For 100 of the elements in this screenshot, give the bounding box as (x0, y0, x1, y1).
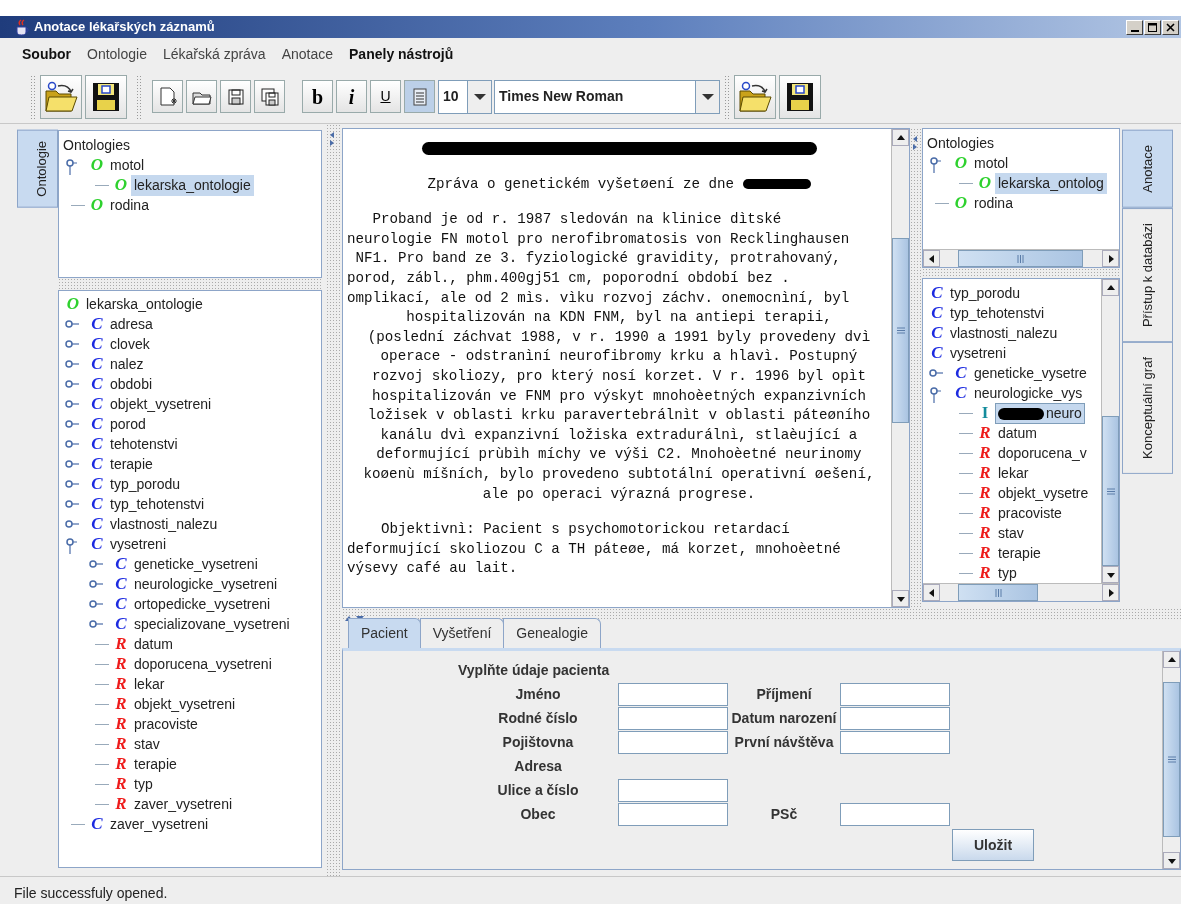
tree-item[interactable]: terapie (131, 753, 180, 775)
tree-item[interactable]: typ_tehotenstvi (947, 302, 1048, 324)
side-tab[interactable]: Konceptuální graf (1122, 341, 1173, 474)
menu-item[interactable]: Soubor (14, 43, 79, 65)
scroll-right-button[interactable] (1102, 584, 1119, 601)
tree-item[interactable]: doporucena_vysetreni (131, 653, 275, 675)
save-all-button[interactable] (254, 80, 285, 113)
close-button[interactable] (1162, 19, 1179, 35)
input-field[interactable] (840, 683, 950, 706)
input-field[interactable] (618, 731, 728, 754)
tree-item[interactable]: rodina (107, 194, 152, 216)
tree-item[interactable]: lekar (131, 673, 168, 695)
scroll-thumb[interactable] (1102, 416, 1119, 566)
tab[interactable]: Genealogie (503, 618, 601, 648)
tree-item[interactable]: lekarska_ontolog (995, 172, 1107, 194)
open-button[interactable] (40, 74, 82, 119)
tree-item[interactable]: stav (995, 522, 1027, 544)
tree-item[interactable]: lekarska_ontologie (83, 293, 206, 315)
ontology-icon: O (63, 294, 83, 314)
format-button[interactable]: U (370, 80, 401, 113)
side-tab[interactable]: Ontologie (17, 130, 58, 208)
minimize-button[interactable] (1126, 19, 1143, 35)
tree-item[interactable]: typ (995, 562, 1020, 583)
scroll-down-button[interactable] (1102, 566, 1119, 583)
tree-item[interactable]: specializovane_vysetreni (131, 613, 293, 635)
tree-item[interactable]: zaver_vysetreni (107, 813, 212, 835)
format-button[interactable]: i (336, 80, 367, 113)
scroll-right-button[interactable] (1102, 250, 1119, 267)
new-button[interactable] (152, 80, 183, 113)
tree-item[interactable]: porod (107, 413, 149, 435)
tree-item[interactable]: neurologicke_vys (971, 382, 1086, 404)
tree-item[interactable]: typ_porodu (947, 282, 1024, 304)
tree-item[interactable]: ortopedicke_vysetreni (131, 593, 274, 615)
tree-item[interactable]: tehotenstvi (107, 433, 181, 455)
scroll-thumb[interactable] (958, 250, 1083, 267)
scroll-up-button[interactable] (1102, 279, 1119, 296)
input-field[interactable] (840, 803, 950, 826)
scroll-left-button[interactable] (923, 584, 940, 601)
save-button[interactable] (85, 74, 127, 119)
tree-item[interactable]: terapie (995, 542, 1044, 564)
font-size-dropdown[interactable]: 10 (438, 79, 492, 114)
input-field[interactable] (840, 731, 950, 754)
scroll-thumb[interactable] (892, 238, 909, 423)
tree-item[interactable]: nalez (107, 353, 147, 375)
tree-item[interactable]: pracoviste (995, 502, 1065, 524)
input-field[interactable] (618, 803, 728, 826)
open-button[interactable] (186, 80, 217, 113)
input-field[interactable] (618, 683, 728, 706)
side-tab[interactable]: Přístup k databázi (1122, 207, 1173, 342)
report-text: NF1. Pro band ze 3. fyziologické gravidity, protrahovaný, (354, 250, 841, 267)
scroll-down-button[interactable] (1163, 852, 1180, 869)
input-field[interactable] (618, 779, 728, 802)
caret-icon (701, 92, 714, 101)
save-button[interactable]: Uložit (952, 829, 1034, 861)
tree-item[interactable]: lekarska_ontologie (131, 174, 254, 196)
tree-item[interactable]: rodina (971, 192, 1016, 214)
tree-item[interactable]: typ_porodu (107, 473, 184, 495)
tree-item[interactable]: objekt_vysetreni (131, 693, 239, 715)
menu-item[interactable]: Panely nástrojů (341, 43, 462, 65)
tree-item[interactable]: typ_tehotenstvi (107, 493, 208, 515)
tree-item[interactable]: motol (971, 152, 1012, 174)
tab[interactable]: Pacient (348, 618, 421, 648)
tree-item[interactable]: lekar (995, 462, 1032, 484)
tree-item[interactable]: terapie (107, 453, 156, 475)
tree-item[interactable]: motol (107, 154, 148, 176)
scroll-down-button[interactable] (892, 590, 909, 607)
tree-item[interactable]: datum (131, 633, 176, 655)
scroll-up-button[interactable] (892, 129, 909, 146)
tree-item[interactable]: neurologicke_vysetreni (131, 573, 281, 595)
tree-item[interactable]: doporucena_v (995, 442, 1090, 464)
tree-item[interactable]: obdobi (107, 373, 156, 395)
tree-item[interactable]: pracoviste (131, 713, 201, 735)
open-button[interactable] (734, 74, 776, 119)
save-button[interactable] (779, 74, 821, 119)
tree-item[interactable]: adresa (107, 313, 156, 335)
justify-button[interactable] (404, 80, 435, 113)
scroll-thumb[interactable] (958, 584, 1038, 601)
scroll-thumb[interactable] (1163, 682, 1180, 837)
input-field[interactable] (618, 707, 728, 730)
tree-item[interactable]: geneticke_vysetre (971, 362, 1090, 384)
tree-item[interactable]: zaver_vysetreni (131, 793, 236, 815)
tree-item[interactable]: datum (995, 422, 1040, 444)
tree-item[interactable]: vysetreni (107, 533, 170, 555)
tree-item[interactable]: typ (131, 773, 156, 795)
tree-item[interactable]: geneticke_vysetreni (131, 553, 261, 575)
save-button[interactable] (220, 80, 251, 113)
tree-item[interactable]: vlastnosti_nalezu (107, 513, 221, 535)
tree-item[interactable]: vysetreni (947, 342, 1010, 364)
tree-item[interactable]: vlastnosti_nalezu (947, 322, 1061, 344)
format-button[interactable]: b (302, 80, 333, 113)
tree-item[interactable]: objekt_vysetre (995, 482, 1092, 504)
tree-item[interactable]: stav (131, 733, 163, 755)
input-field[interactable] (840, 707, 950, 730)
scroll-up-button[interactable] (1163, 651, 1180, 668)
maximize-button[interactable] (1144, 19, 1161, 35)
font-dropdown[interactable]: Times New Roman (494, 79, 720, 114)
side-tab[interactable]: Anotace (1122, 130, 1173, 208)
scroll-left-button[interactable] (923, 250, 940, 267)
tree-item[interactable]: clovek (107, 333, 153, 355)
tree-item[interactable]: objekt_vysetreni (107, 393, 215, 415)
